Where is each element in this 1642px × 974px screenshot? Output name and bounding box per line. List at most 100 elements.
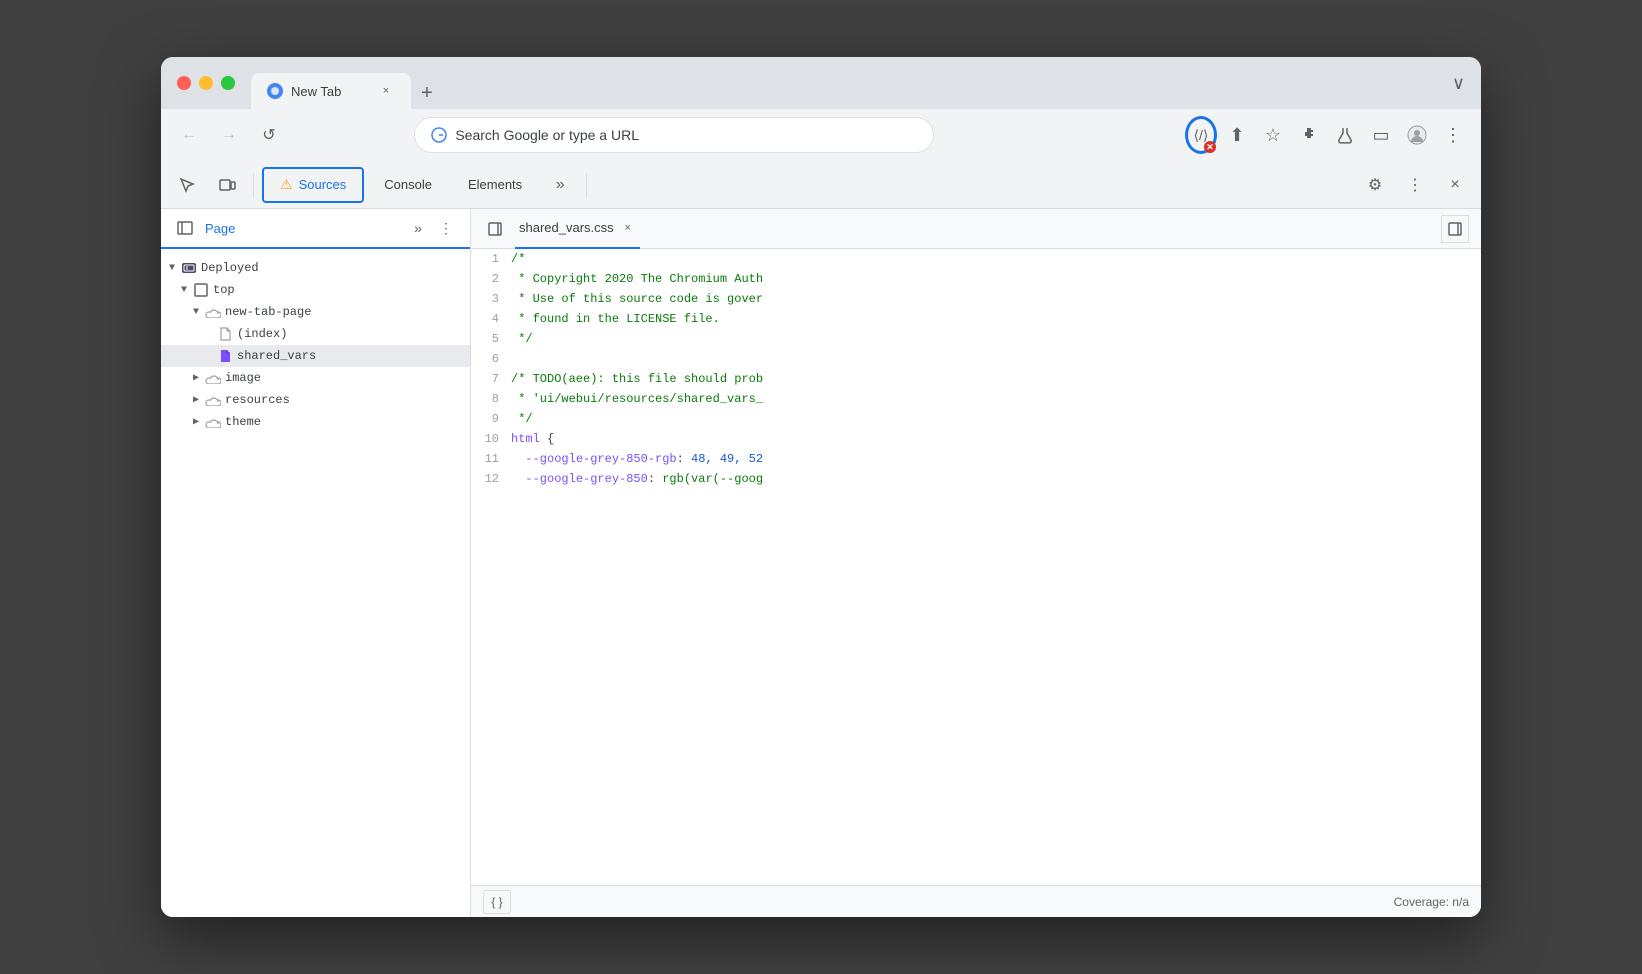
format-button[interactable]: { }	[483, 890, 511, 914]
line-content: * Copyright 2020 The Chromium Auth	[511, 269, 1481, 289]
tab-area: New Tab × +	[251, 57, 1444, 109]
forward-button[interactable]: →	[213, 119, 245, 151]
tree-item-label: shared_vars	[237, 349, 316, 363]
tree-arrow: ▶	[193, 394, 205, 406]
code-line: 5 */	[471, 329, 1481, 349]
file-panel-more-button[interactable]: »	[406, 216, 430, 240]
title-bar: New Tab × + ∨	[161, 57, 1481, 109]
refresh-button[interactable]: ↺	[253, 119, 285, 151]
profile-icon	[1407, 125, 1427, 145]
tree-icon-cloud	[205, 304, 221, 320]
code-panel: shared_vars.css × 1/*2 * Copyright 2020 …	[471, 209, 1481, 917]
file-tree-item--index-[interactable]: (index)	[161, 323, 470, 345]
code-panel-right-toggle[interactable]	[1441, 215, 1469, 243]
line-content	[511, 349, 1481, 369]
file-tree-item-theme[interactable]: ▶theme	[161, 411, 470, 433]
maximize-window-button[interactable]	[221, 76, 235, 90]
code-line: 4 * found in the LICENSE file.	[471, 309, 1481, 329]
line-content: * 'ui/webui/resources/shared_vars_	[511, 389, 1481, 409]
line-content: */	[511, 329, 1481, 349]
file-tree-item-deployed[interactable]: ▼Deployed	[161, 257, 470, 279]
file-tree-item-image[interactable]: ▶ image	[161, 367, 470, 389]
devtools-close-button[interactable]: ×	[1437, 167, 1473, 203]
file-panel-tab-label[interactable]: Page	[205, 221, 235, 236]
more-tabs-button[interactable]: »	[542, 167, 578, 203]
tree-icon-file-generic	[217, 326, 233, 342]
extensions-icon	[1300, 126, 1318, 144]
code-line: 1/*	[471, 249, 1481, 269]
tab-elements[interactable]: Elements	[452, 167, 538, 203]
google-logo	[431, 127, 447, 143]
active-tab[interactable]: New Tab ×	[251, 73, 411, 109]
code-line: 9 */	[471, 409, 1481, 429]
minimize-window-button[interactable]	[199, 76, 213, 90]
line-content: html {	[511, 429, 1481, 449]
line-number: 2	[471, 269, 511, 289]
windows-menu-icon[interactable]: ∨	[1452, 73, 1465, 94]
close-window-button[interactable]	[177, 76, 191, 90]
line-number: 10	[471, 429, 511, 449]
line-number: 7	[471, 369, 511, 389]
devtools-btn-circle: ⟨/⟩ ✕	[1185, 116, 1217, 154]
tab-console[interactable]: Console	[368, 167, 448, 203]
sidebar-button[interactable]: ▭	[1365, 119, 1397, 151]
code-panel-header: shared_vars.css ×	[471, 209, 1481, 249]
bookmark-button[interactable]: ☆	[1257, 119, 1289, 151]
tab-sources[interactable]: ⚠ Sources	[262, 167, 364, 203]
file-tree-item-shared-vars[interactable]: shared_vars	[161, 345, 470, 367]
line-content: * found in the LICENSE file.	[511, 309, 1481, 329]
file-tree-item-new-tab-page[interactable]: ▼new-tab-page	[161, 301, 470, 323]
tree-arrow: ▼	[181, 285, 193, 296]
device-icon	[218, 176, 236, 194]
devtools-panel: ⚠ Sources Console Elements » ⚙ ⋮ ×	[161, 161, 1481, 917]
back-button[interactable]: ←	[173, 119, 205, 151]
address-input[interactable]: Search Google or type a URL	[414, 117, 934, 153]
traffic-lights	[177, 76, 235, 90]
code-line: 12 --google-grey-850: rgb(var(--goog	[471, 469, 1481, 489]
line-number: 3	[471, 289, 511, 309]
devtools-more-options-button[interactable]: ⋮	[1397, 167, 1433, 203]
code-line: 8 * 'ui/webui/resources/shared_vars_	[471, 389, 1481, 409]
flask-button[interactable]	[1329, 119, 1361, 151]
tree-arrow: ▼	[169, 263, 181, 274]
tree-item-label: (index)	[237, 327, 287, 341]
inspect-element-button[interactable]	[169, 167, 205, 203]
tree-item-label: image	[225, 371, 261, 385]
extensions-button[interactable]	[1293, 119, 1325, 151]
coverage-label: Coverage: n/a	[1394, 895, 1469, 909]
file-tree-item-resources[interactable]: ▶resources	[161, 389, 470, 411]
profile-button[interactable]	[1401, 119, 1433, 151]
console-tab-label: Console	[384, 177, 432, 192]
sources-tab-label: Sources	[299, 177, 347, 192]
code-line: 6	[471, 349, 1481, 369]
file-panel-sidebar-toggle[interactable]	[173, 216, 197, 240]
browser-window: New Tab × + ∨ ← → ↺ Search Google or typ…	[161, 57, 1481, 917]
tab-favicon	[267, 83, 283, 99]
code-panel-left-toggle[interactable]	[483, 217, 507, 241]
line-number: 5	[471, 329, 511, 349]
chrome-menu-button[interactable]: ⋮	[1437, 119, 1469, 151]
new-tab-button[interactable]: +	[411, 77, 443, 109]
file-panel: Page » ⋮ ▼Deployed▼top▼new-tab-page(inde…	[161, 209, 471, 917]
tree-icon-deployed	[181, 260, 197, 276]
code-tab[interactable]: shared_vars.css ×	[515, 209, 640, 249]
tree-item-label: new-tab-page	[225, 305, 311, 319]
device-toolbar-button[interactable]	[209, 167, 245, 203]
code-line: 7/* TODO(aee): this file should prob	[471, 369, 1481, 389]
file-panel-header: Page » ⋮	[161, 209, 470, 249]
devtools-settings-button[interactable]: ⚙	[1357, 167, 1393, 203]
code-tab-name: shared_vars.css	[519, 220, 614, 235]
devtools-toolbar-right: ⚙ ⋮ ×	[1357, 167, 1473, 203]
file-tree-item-top[interactable]: ▼top	[161, 279, 470, 301]
share-button[interactable]: ⬆	[1221, 119, 1253, 151]
code-tab-close[interactable]: ×	[620, 220, 636, 236]
line-number: 8	[471, 389, 511, 409]
panel-left-icon	[488, 222, 502, 236]
tree-arrow: ▶	[193, 372, 205, 384]
file-panel-options-button[interactable]: ⋮	[434, 216, 458, 240]
devtools-content: Page » ⋮ ▼Deployed▼top▼new-tab-page(inde…	[161, 209, 1481, 917]
tab-label: New Tab	[291, 84, 341, 99]
devtools-toggle-button[interactable]: ⟨/⟩ ✕	[1185, 119, 1217, 151]
line-number: 11	[471, 449, 511, 469]
tab-close-button[interactable]: ×	[377, 82, 395, 100]
